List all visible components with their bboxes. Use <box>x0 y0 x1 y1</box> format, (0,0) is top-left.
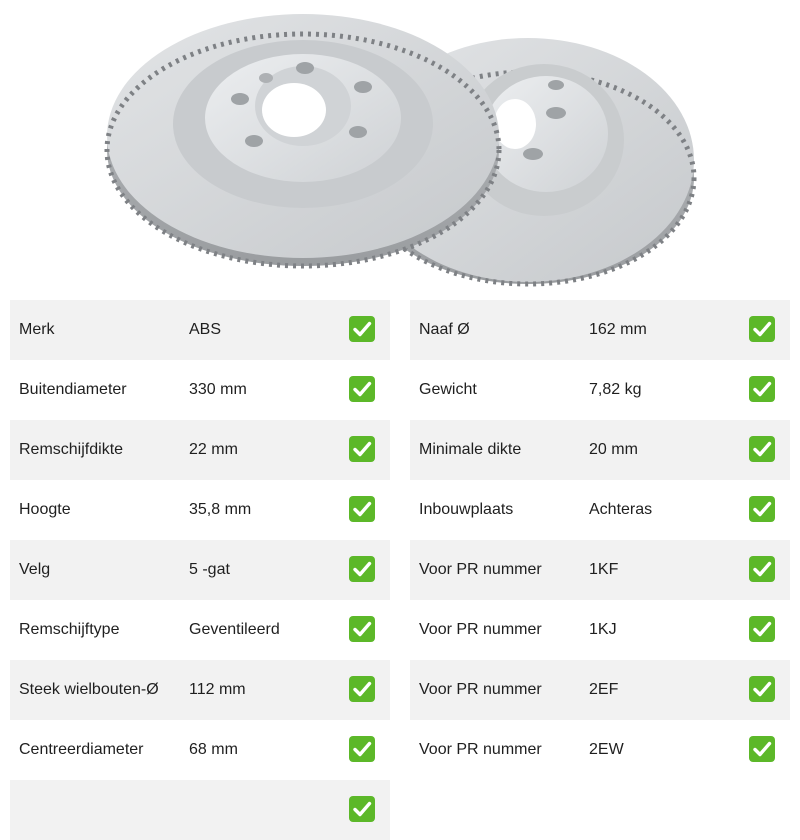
spec-row: Steek wielbouten-Ø 112 mm <box>10 660 390 720</box>
spec-row: Remschijftype Geventileerd <box>10 600 390 660</box>
spec-label: Voor PR nummer <box>419 621 542 638</box>
spec-label: Remschijfdikte <box>19 441 124 458</box>
spec-row <box>10 780 390 840</box>
spec-row: Voor PR nummer 1KF <box>410 540 790 600</box>
spec-value: Achteras <box>589 501 653 518</box>
spec-label: Centreerdiameter <box>19 741 144 758</box>
check-icon <box>349 736 375 762</box>
check-icon <box>349 436 375 462</box>
spec-row: Naaf Ø 162 mm <box>410 300 790 360</box>
spec-value: 20 mm <box>589 441 638 458</box>
spec-table-right: Naaf Ø 162 mm Gewicht 7,82 kg Minimale d… <box>410 300 790 780</box>
check-icon <box>749 376 775 402</box>
spec-label: Voor PR nummer <box>419 741 542 758</box>
spec-value: 22 mm <box>189 441 238 458</box>
spec-row: Hoogte 35,8 mm <box>10 480 390 540</box>
spec-label: Voor PR nummer <box>419 681 542 698</box>
spec-label: Velg <box>19 561 51 578</box>
spec-table-left: Merk ABS Buitendiameter 330 mm Remschijf… <box>10 300 390 840</box>
spec-label: Buitendiameter <box>19 381 127 398</box>
check-icon <box>349 496 375 522</box>
spec-value: 1KF <box>589 561 619 578</box>
product-image <box>104 14 697 287</box>
spec-row: Voor PR nummer 1KJ <box>410 600 790 660</box>
spec-value: 1KJ <box>589 621 617 638</box>
check-icon <box>749 736 775 762</box>
spec-row: Inbouwplaats Achteras <box>410 480 790 540</box>
spec-row: Remschijfdikte 22 mm <box>10 420 390 480</box>
check-icon <box>749 436 775 462</box>
spec-value: Geventileerd <box>189 621 280 638</box>
spec-value: 162 mm <box>589 321 647 338</box>
check-icon <box>349 616 375 642</box>
spec-row: Buitendiameter 330 mm <box>10 360 390 420</box>
spec-value: 68 mm <box>189 741 238 758</box>
check-icon <box>749 496 775 522</box>
spec-row: Merk ABS <box>10 300 390 360</box>
spec-label: Minimale dikte <box>419 441 522 458</box>
check-icon <box>749 616 775 642</box>
spec-label: Inbouwplaats <box>419 501 514 518</box>
spec-label: Voor PR nummer <box>419 561 542 578</box>
check-icon <box>749 316 775 342</box>
spec-row: Voor PR nummer 2EF <box>410 660 790 720</box>
spec-value: 2EF <box>589 681 619 698</box>
spec-label: Remschijftype <box>19 621 120 638</box>
spec-value: 35,8 mm <box>189 501 252 518</box>
check-icon <box>349 676 375 702</box>
spec-label: Hoogte <box>19 501 71 518</box>
spec-row: Voor PR nummer 2EW <box>410 720 790 780</box>
spec-value: 2EW <box>589 741 624 758</box>
check-icon <box>749 676 775 702</box>
spec-row: Velg 5 -gat <box>10 540 390 600</box>
spec-value: 7,82 kg <box>589 381 642 398</box>
spec-row: Gewicht 7,82 kg <box>410 360 790 420</box>
spec-label: Merk <box>19 321 55 338</box>
check-icon <box>349 376 375 402</box>
spec-value: 112 mm <box>189 681 246 698</box>
spec-label: Naaf Ø <box>419 321 470 338</box>
check-icon <box>349 556 375 582</box>
brake-disc-front <box>104 14 502 269</box>
spec-label: Gewicht <box>419 381 477 398</box>
check-icon <box>749 556 775 582</box>
spec-label: Steek wielbouten-Ø <box>19 681 159 698</box>
spec-value: ABS <box>189 321 222 338</box>
spec-row: Centreerdiameter 68 mm <box>10 720 390 780</box>
spec-value: 5 -gat <box>189 561 230 578</box>
spec-value: 330 mm <box>189 381 247 398</box>
check-icon <box>349 316 375 342</box>
spec-row: Minimale dikte 20 mm <box>410 420 790 480</box>
